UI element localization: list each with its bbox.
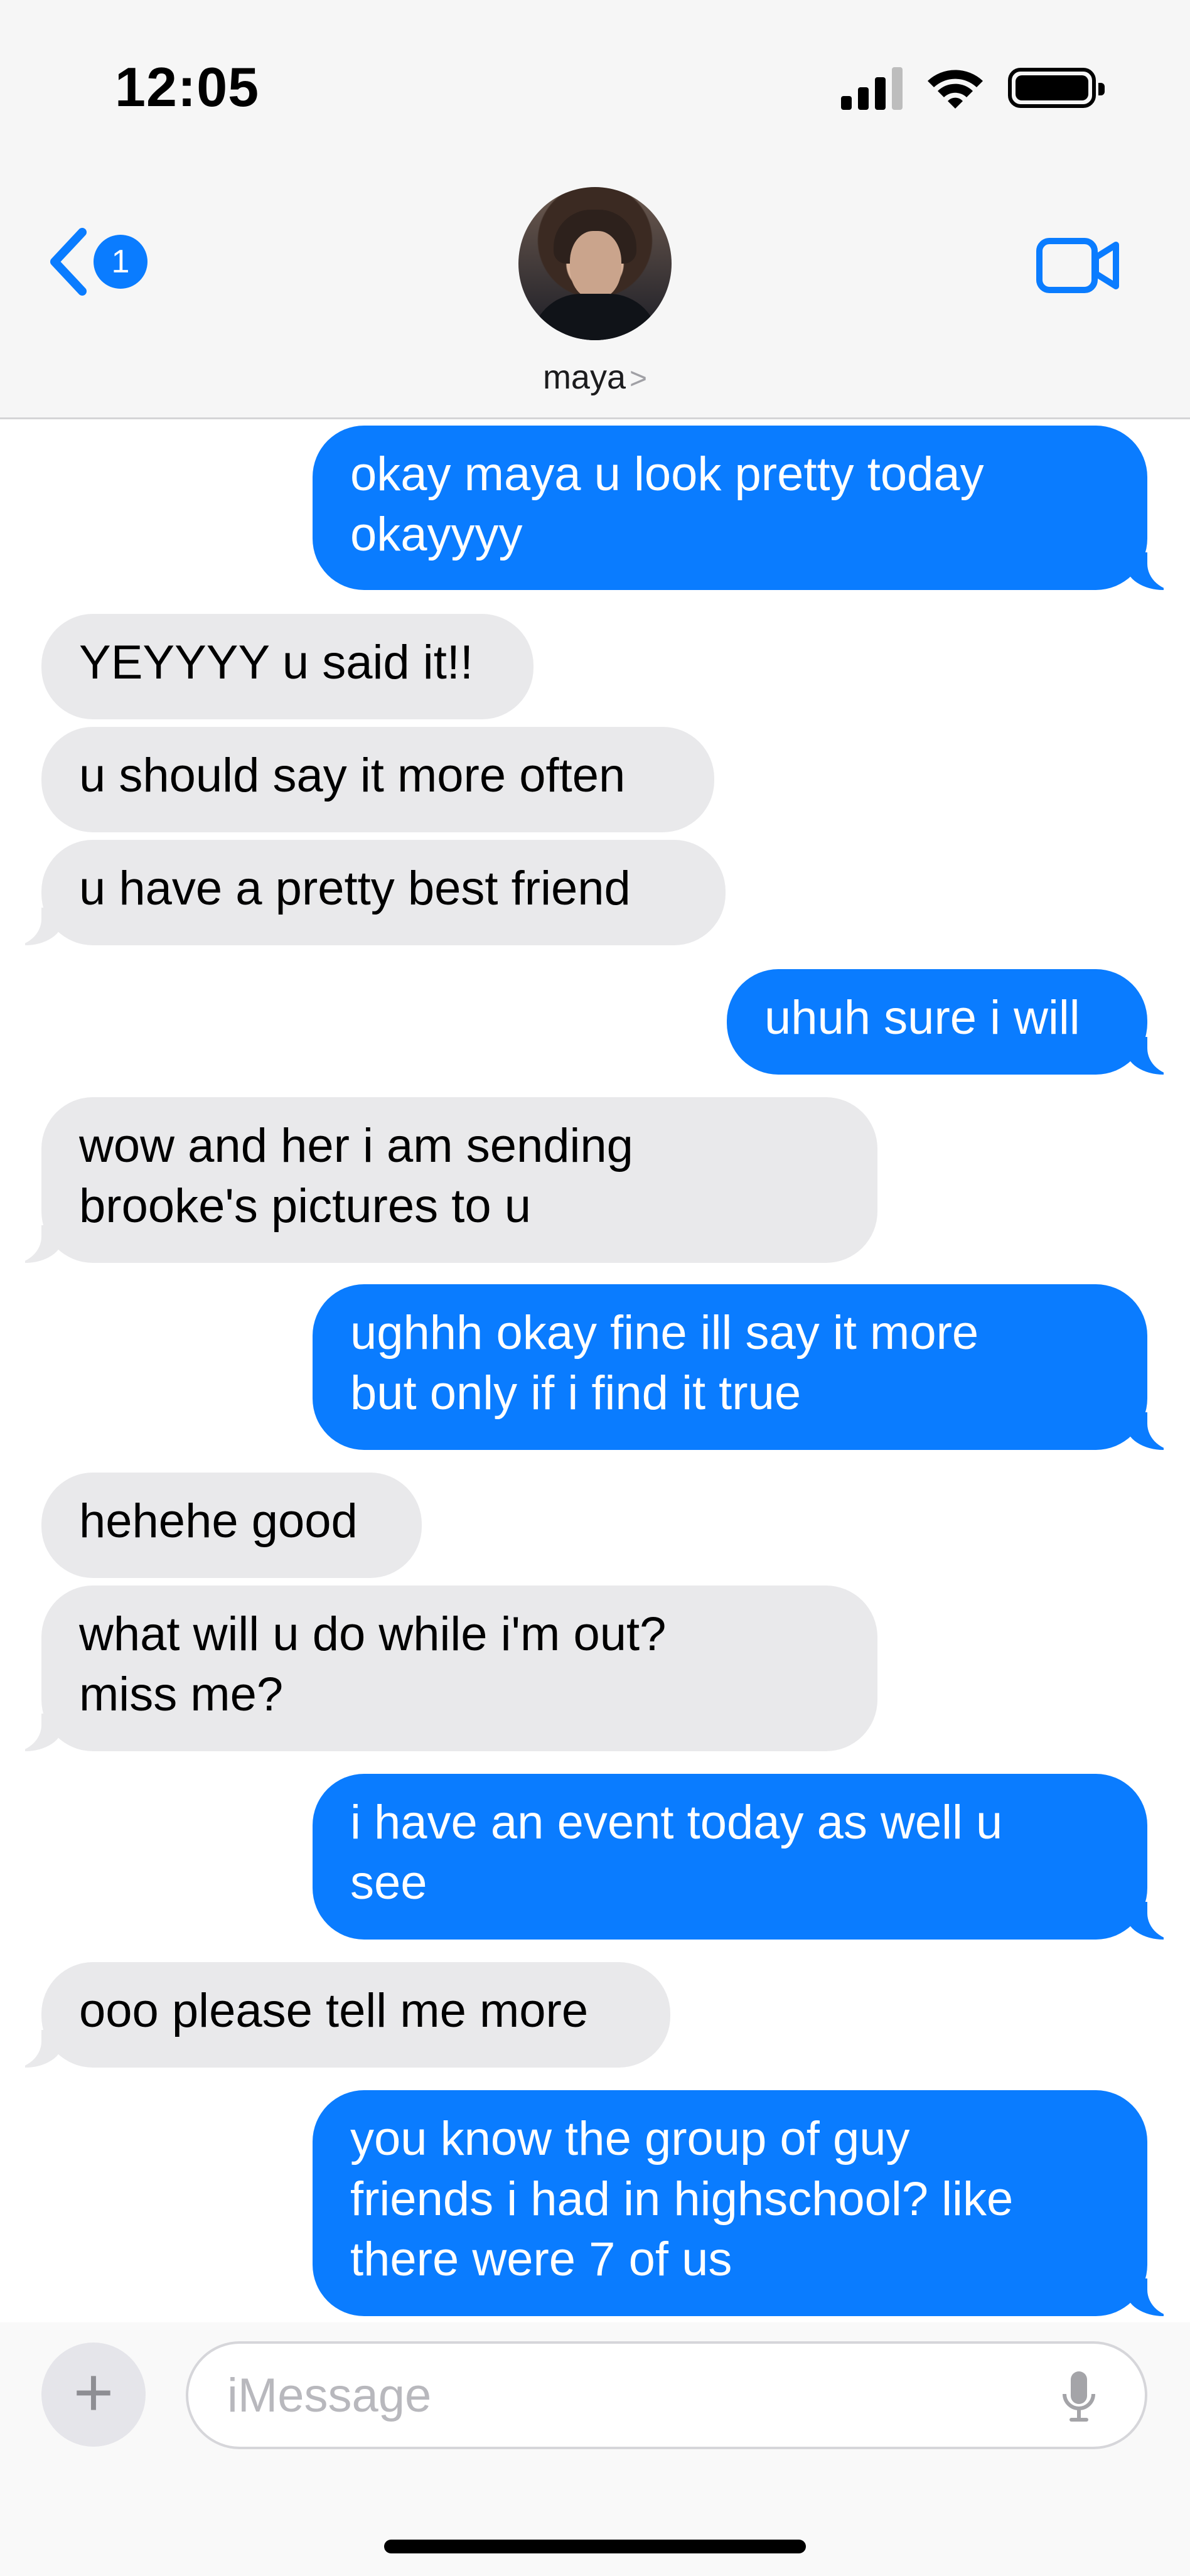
message-bubble-outgoing[interactable]: ughhh okay fine ill say it more but only… [313, 1284, 1182, 1451]
message-bubble-outgoing[interactable]: you know the group of guy friends i had … [313, 2090, 1182, 2317]
back-button[interactable]: 1 [47, 227, 147, 296]
avatar[interactable] [518, 187, 672, 340]
message-composer: + iMessage [0, 2322, 1190, 2576]
message-bubble-incoming[interactable]: ooo please tell me more [6, 1962, 670, 2069]
back-chevron-icon [50, 228, 87, 296]
unread-badge: 1 [94, 235, 147, 289]
battery-icon [1008, 68, 1105, 108]
wifi-icon [925, 66, 985, 110]
video-call-button[interactable] [1036, 237, 1121, 297]
message-bubble-incoming[interactable]: u have a pretty best friend [6, 840, 726, 947]
status-icons [841, 66, 1105, 110]
messages-screen: 12:05 1 maya > okay maya u look pretty t… [0, 0, 1190, 2576]
message-bubble-incoming[interactable]: what will u do while i'm out? miss me? [6, 1586, 877, 1752]
plus-icon: + [73, 2354, 114, 2431]
status-time: 12:05 [115, 56, 260, 118]
home-indicator [384, 2540, 806, 2553]
message-bubble-incoming[interactable]: u should say it more often [41, 727, 714, 832]
message-bubble-incoming[interactable]: wow and her i am sending brooke's pictur… [6, 1097, 877, 1264]
microphone-icon[interactable] [1059, 2369, 1098, 2437]
message-bubble-outgoing[interactable]: uhuh sure i will [727, 969, 1182, 1076]
message-bubble-incoming[interactable]: YEYYYY u said it!! [41, 614, 533, 719]
add-attachment-button[interactable]: + [41, 2343, 146, 2447]
video-camera-icon [1036, 238, 1119, 293]
message-bubble-incoming[interactable]: hehehe good [41, 1473, 422, 1578]
message-input-placeholder: iMessage [227, 2368, 432, 2422]
message-bubble-outgoing[interactable]: okay maya u look pretty today okayyyy [313, 426, 1182, 591]
signal-icon [841, 66, 903, 110]
message-bubble-outgoing[interactable]: i have an event today as well u see [313, 1774, 1182, 1941]
chevron-right-icon: > [630, 362, 648, 395]
conversation-header: 12:05 1 maya > [0, 0, 1190, 419]
message-input[interactable]: iMessage [186, 2341, 1147, 2449]
contact-name[interactable]: maya > [0, 358, 1190, 397]
contact-name-label: maya [542, 358, 626, 396]
